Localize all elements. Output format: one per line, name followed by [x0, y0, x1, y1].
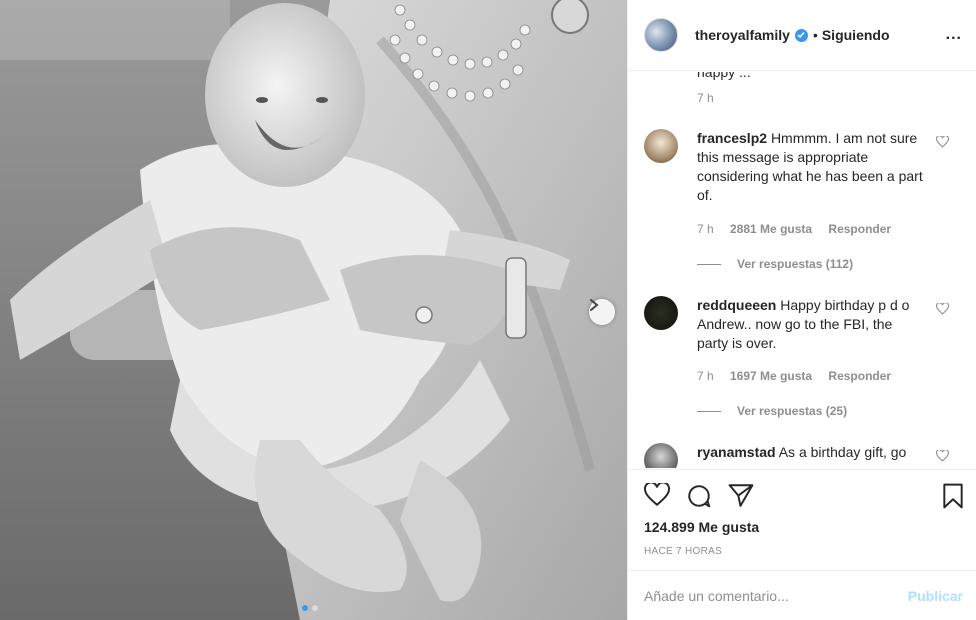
publish-button[interactable]: Publicar [908, 588, 963, 604]
save-bookmark-icon[interactable] [941, 483, 965, 509]
replies-divider [697, 263, 721, 265]
comment-body: reddqueeen Happy birthday p d o Andrew..… [697, 296, 927, 353]
carousel-dot [312, 605, 318, 611]
comment-likes[interactable]: 1697 Me gusta [730, 369, 812, 383]
comment-meta: 7 h 2881 Me gusta Responder [697, 222, 904, 236]
likes-count[interactable]: 124.899 Me gusta [644, 519, 759, 535]
comment-username[interactable]: reddqueeen [697, 297, 776, 313]
comment-likes[interactable]: 2881 Me gusta [730, 222, 812, 236]
reply-button[interactable]: Responder [828, 222, 891, 236]
carousel-dot-active [302, 605, 308, 611]
photo-image [0, 0, 627, 620]
header-separator: • [812, 27, 818, 43]
post-timestamp[interactable]: HACE 7 HORAS [644, 546, 722, 557]
post-panel: theroyalfamily • Siguiendo ... happy ...… [627, 0, 976, 620]
post-header: theroyalfamily • Siguiendo ... [628, 0, 976, 71]
view-replies-button[interactable]: Ver respuestas (25) [697, 404, 847, 418]
avatar[interactable] [644, 18, 678, 52]
reply-button[interactable]: Responder [828, 369, 891, 383]
replies-divider [697, 410, 721, 412]
comment-meta: 7 h 1697 Me gusta Responder [697, 369, 904, 383]
comment-bubble-icon[interactable] [686, 483, 712, 509]
comment-text: As a birthday gift, go [778, 444, 907, 460]
add-comment-bar: Publicar [628, 570, 976, 620]
share-paper-plane-icon[interactable] [728, 483, 754, 507]
comment-body: franceslp2 Hmmmm. I am not sure this mes… [697, 129, 927, 205]
heart-icon[interactable] [936, 450, 949, 462]
header-username[interactable]: theroyalfamily [695, 27, 790, 43]
chevron-right-icon [590, 299, 599, 311]
like-heart-icon[interactable] [644, 483, 670, 507]
comment-username[interactable]: franceslp2 [697, 130, 767, 146]
view-replies-label: Ver respuestas (112) [737, 257, 854, 271]
comment-time[interactable]: 7 h [697, 369, 714, 383]
avatar[interactable] [644, 129, 678, 163]
action-icons [644, 483, 754, 509]
comment-time[interactable]: 7 h [697, 91, 714, 105]
comments-list[interactable]: happy ... 7 h franceslp2 Hmmmm. I am not… [628, 72, 976, 468]
avatar[interactable] [644, 443, 678, 468]
comment-time[interactable]: 7 h [697, 222, 714, 236]
heart-icon[interactable] [936, 136, 949, 148]
heart-icon[interactable] [936, 303, 949, 315]
post-photo[interactable] [0, 0, 627, 620]
partial-comment-text: happy ... [697, 72, 751, 80]
more-options-button[interactable]: ... [946, 26, 962, 44]
comment-input[interactable] [644, 587, 908, 604]
view-replies-label: Ver respuestas (25) [737, 404, 848, 418]
following-button[interactable]: Siguiendo [822, 27, 890, 43]
comment-body: ryanamstad As a birthday gift, go [697, 443, 927, 462]
avatar[interactable] [644, 296, 678, 330]
verified-badge-icon [794, 28, 808, 42]
comment-username[interactable]: ryanamstad [697, 444, 776, 460]
next-photo-button[interactable] [589, 299, 615, 325]
view-replies-button[interactable]: Ver respuestas (112) [697, 257, 853, 271]
post-actions: 124.899 Me gusta HACE 7 HORAS [628, 469, 976, 569]
carousel-dots [302, 605, 318, 611]
